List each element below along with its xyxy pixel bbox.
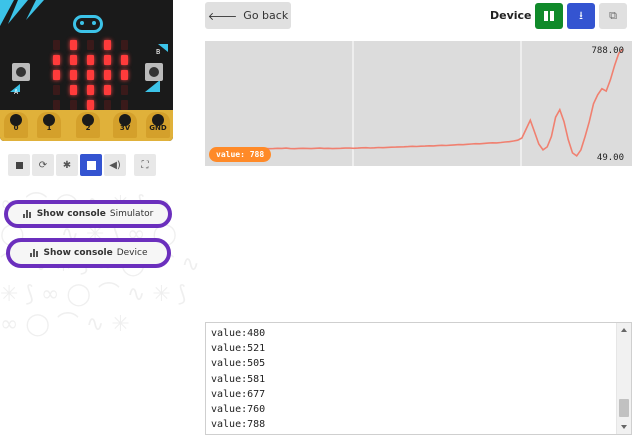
button-b[interactable] — [145, 63, 163, 81]
bar-chart-icon — [29, 249, 40, 257]
led-2-4 — [121, 70, 128, 80]
led-4-4 — [121, 100, 128, 110]
microbit-logo-icon — [73, 15, 103, 33]
console-output: value:480 value:521 value:505 value:581 valu… — [211, 326, 265, 432]
led-2-3 — [104, 70, 111, 80]
pin-1-label: 1 — [46, 124, 52, 132]
copy-icon: ⧉ — [609, 9, 617, 22]
led-3-2 — [87, 85, 94, 95]
console-button-label: Show console — [36, 209, 106, 219]
serial-chart: 788.00 49.00 value: 788 — [205, 41, 632, 166]
download-icon: ⭳ — [579, 8, 583, 22]
led-0-2 — [87, 40, 94, 50]
led-0-3 — [104, 40, 111, 50]
led-1-3 — [104, 55, 111, 65]
debug-button[interactable]: ✱ — [56, 154, 78, 176]
button-b-label: B — [156, 48, 161, 56]
led-1-4 — [121, 55, 128, 65]
pin-2-label: 2 — [85, 124, 91, 132]
led-2-0 — [53, 70, 60, 80]
page-title: Device — [490, 9, 532, 22]
arrow-left-icon: 🡐 — [207, 9, 238, 23]
screenshot-icon: ⛶ — [141, 159, 149, 171]
bar-chart-icon — [22, 210, 33, 218]
scroll-thumb[interactable] — [619, 399, 629, 417]
led-0-0 — [53, 40, 60, 50]
restart-button[interactable]: ⟳ — [32, 154, 54, 176]
console-button-target: Device — [116, 248, 148, 258]
screenshot-button[interactable]: ⛶ — [134, 154, 156, 176]
console-line: value:760 — [211, 404, 266, 416]
led-4-0 — [53, 100, 60, 110]
console-line: value:505 — [211, 358, 266, 370]
console-button-label: Show console — [43, 248, 113, 258]
mute-icon: ◀) — [109, 159, 121, 171]
serial-console[interactable]: value:480 value:521 value:505 value:581 valu… — [205, 322, 632, 435]
simulator-toolbar: ⟳ ✱ ◀) ⛶ — [8, 154, 156, 176]
led-4-1 — [70, 100, 77, 110]
chart-series-line — [264, 48, 624, 158]
button-a-label: A — [14, 88, 19, 96]
led-2-2 — [87, 70, 94, 80]
pin-gnd-label: GND — [149, 124, 167, 132]
mute-button[interactable]: ◀) — [104, 154, 126, 176]
led-4-3 — [104, 100, 111, 110]
show-console-device-button[interactable]: Show console Device — [6, 238, 171, 268]
simulator-panel: ∞ ⌒ ◯ ∿ ✳ ⟆ ∞ ◯ ⌒ ∿ ✳ ⟆ ∞ ◯ ⌒ ∿ ✳ ⟆ ∞ ◯ … — [0, 0, 200, 439]
scroll-up-icon[interactable] — [621, 328, 627, 332]
led-4-2 — [87, 100, 94, 110]
chart-min-label: 49.00 — [596, 153, 624, 163]
fullscreen-square-icon — [86, 160, 96, 170]
chart-canvas — [264, 41, 624, 166]
led-0-4 — [121, 40, 128, 50]
led-3-1 — [70, 85, 77, 95]
led-3-4 — [121, 85, 128, 95]
console-line: value:788 — [211, 419, 266, 431]
pin-0-label: 0 — [13, 124, 19, 132]
app-root: ∞ ⌒ ◯ ∿ ✳ ⟆ ∞ ◯ ⌒ ∿ ✳ ⟆ ∞ ◯ ⌒ ∿ ✳ ⟆ ∞ ◯ … — [0, 0, 632, 439]
chart-value-badge: value: 788 — [209, 147, 272, 162]
stop-icon — [15, 161, 23, 169]
led-0-1 — [70, 40, 77, 50]
console-line: value:521 — [211, 343, 266, 355]
go-back-button[interactable]: 🡐 Go back — [205, 2, 291, 29]
stop-button[interactable] — [8, 154, 30, 176]
console-line: value:480 — [211, 328, 266, 339]
pause-button[interactable] — [535, 3, 563, 29]
show-console-simulator-button[interactable]: Show console Simulator — [4, 200, 172, 228]
debug-icon: ✱ — [62, 159, 72, 171]
console-button-target: Simulator — [109, 209, 154, 219]
led-3-0 — [53, 85, 60, 95]
restart-icon: ⟳ — [38, 159, 48, 171]
fullscreen-button[interactable] — [80, 154, 102, 176]
pin-3v-label: 3V — [119, 124, 131, 132]
console-line: value:677 — [211, 388, 266, 400]
button-a[interactable] — [12, 63, 30, 81]
microbit-board: A B 0 1 2 3V GND — [0, 0, 173, 141]
led-1-1 — [70, 55, 77, 65]
led-1-0 — [53, 55, 60, 65]
led-1-2 — [87, 55, 94, 65]
led-3-3 — [104, 85, 111, 95]
copy-button[interactable]: ⧉ — [599, 3, 627, 29]
console-scrollbar[interactable] — [616, 323, 631, 434]
download-button[interactable]: ⭳ — [567, 3, 595, 29]
chart-max-label: 788.00 — [591, 46, 624, 56]
led-2-1 — [70, 70, 77, 80]
pause-icon — [544, 11, 554, 21]
scroll-down-icon[interactable] — [621, 425, 627, 429]
go-back-label: Go back — [243, 9, 289, 22]
console-line: value:581 — [211, 373, 266, 385]
